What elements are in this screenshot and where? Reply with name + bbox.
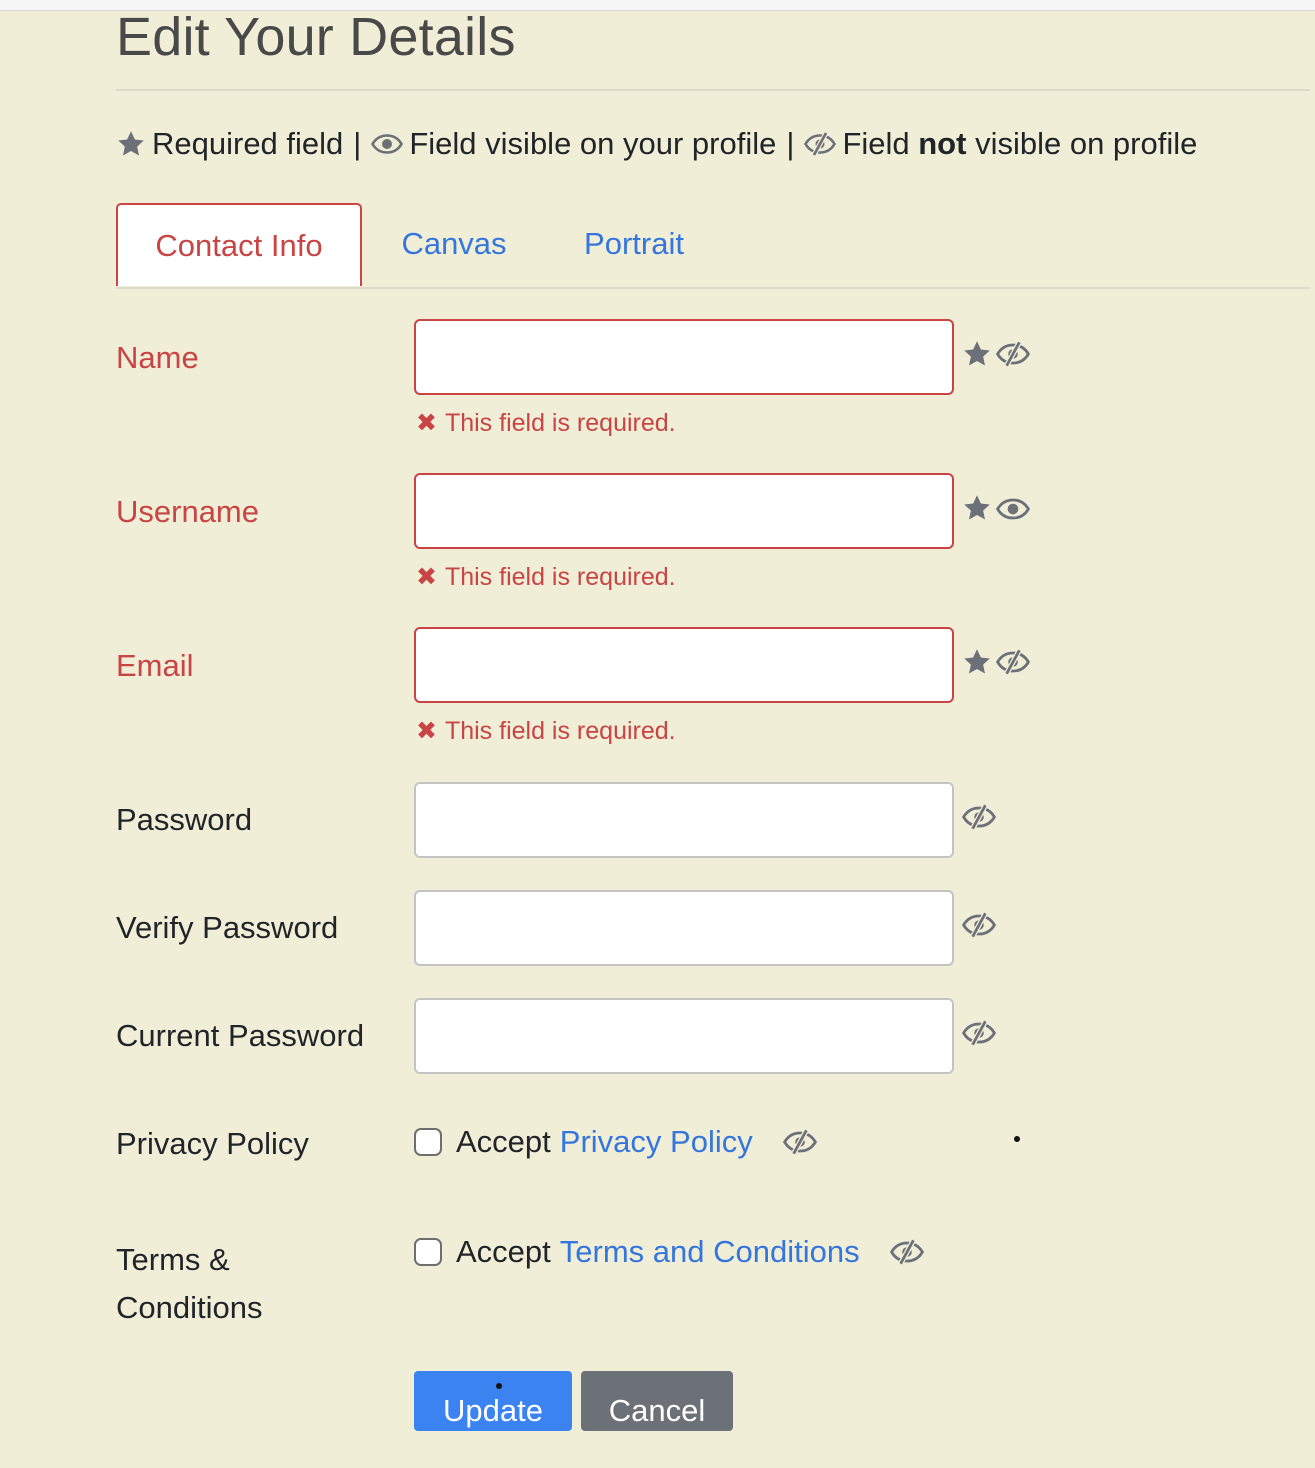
- eye-slash-icon: [962, 1020, 996, 1046]
- email-field-icons: [962, 647, 1034, 677]
- tab-bar: Contact Info Canvas Portrait: [116, 203, 1310, 289]
- username-input[interactable]: [414, 473, 954, 549]
- page-title: Edit Your Details: [116, 7, 516, 67]
- eye-slash-icon: [962, 804, 996, 830]
- star-icon: [962, 339, 992, 369]
- privacy-policy-link[interactable]: Privacy Policy: [560, 1124, 753, 1160]
- name-label: Name: [116, 340, 199, 375]
- legend-not-visible-text: Field not visible on profile: [842, 126, 1198, 161]
- terms-label-line1: Terms &: [116, 1242, 230, 1277]
- password-label: Password: [116, 802, 253, 837]
- privacy-accept-text: Accept: [456, 1124, 551, 1159]
- eye-icon: [371, 134, 403, 154]
- name-error-text: This field is required.: [444, 408, 676, 437]
- cursor-dot: [496, 1383, 502, 1389]
- tab-contact-info[interactable]: Contact Info: [116, 203, 362, 286]
- title-divider: [116, 89, 1310, 91]
- privacy-policy-row: Accept Privacy Policy: [414, 1124, 817, 1160]
- username-label: Username: [116, 494, 259, 529]
- tab-canvas[interactable]: Canvas: [386, 203, 522, 285]
- legend-required: Required field: [116, 126, 343, 162]
- error-x-icon: ✖: [416, 409, 437, 437]
- star-icon: [116, 129, 146, 159]
- email-error-text: This field is required.: [444, 716, 676, 745]
- terms-label: Terms & Conditions: [116, 1236, 262, 1332]
- eye-slash-icon: [783, 1129, 817, 1155]
- star-icon: [962, 647, 992, 677]
- eye-slash-icon: [804, 132, 836, 156]
- email-label: Email: [116, 648, 194, 683]
- eye-slash-icon: [996, 649, 1030, 675]
- name-error: ✖ This field is required.: [416, 408, 676, 438]
- email-error: ✖ This field is required.: [416, 716, 676, 746]
- legend-separator: |: [353, 126, 362, 161]
- current-password-input[interactable]: [414, 998, 954, 1074]
- email-input[interactable]: [414, 627, 954, 703]
- eye-icon: [996, 498, 1030, 520]
- error-x-icon: ✖: [416, 563, 437, 591]
- password-field-icons: [962, 804, 1000, 830]
- tab-portrait[interactable]: Portrait: [566, 203, 702, 285]
- legend-visible: Field visible on your profile: [371, 126, 776, 162]
- terms-accept-text: Accept: [456, 1234, 551, 1269]
- terms-row: Accept Terms and Conditions: [414, 1234, 924, 1270]
- privacy-policy-label: Privacy Policy: [116, 1126, 309, 1161]
- eye-slash-icon: [890, 1239, 924, 1265]
- star-icon: [962, 493, 992, 523]
- legend-required-text: Required field: [152, 126, 344, 161]
- name-field-icons: [962, 339, 1034, 369]
- terms-link[interactable]: Terms and Conditions: [560, 1234, 860, 1270]
- terms-label-line2: Conditions: [116, 1290, 263, 1325]
- verify-password-field-icons: [962, 912, 1000, 938]
- current-password-label: Current Password: [116, 1018, 365, 1053]
- username-error-text: This field is required.: [444, 562, 676, 591]
- username-error: ✖ This field is required.: [416, 562, 676, 592]
- legend-visible-text: Field visible on your profile: [409, 126, 777, 161]
- privacy-policy-checkbox[interactable]: [414, 1128, 442, 1156]
- name-input[interactable]: [414, 319, 954, 395]
- password-input[interactable]: [414, 782, 954, 858]
- field-legend: Required field | Field visible on your p…: [116, 126, 1197, 162]
- stray-dot: [1014, 1136, 1020, 1142]
- eye-slash-icon: [962, 912, 996, 938]
- legend-not-visible: Field not visible on profile: [804, 126, 1197, 162]
- error-x-icon: ✖: [416, 717, 437, 745]
- username-field-icons: [962, 493, 1034, 523]
- eye-slash-icon: [996, 341, 1030, 367]
- terms-checkbox[interactable]: [414, 1238, 442, 1266]
- update-button[interactable]: Update: [414, 1371, 572, 1431]
- verify-password-label: Verify Password: [116, 910, 339, 945]
- verify-password-input[interactable]: [414, 890, 954, 966]
- cancel-button[interactable]: Cancel: [581, 1371, 733, 1431]
- current-password-field-icons: [962, 1020, 1000, 1046]
- legend-separator: |: [786, 126, 795, 161]
